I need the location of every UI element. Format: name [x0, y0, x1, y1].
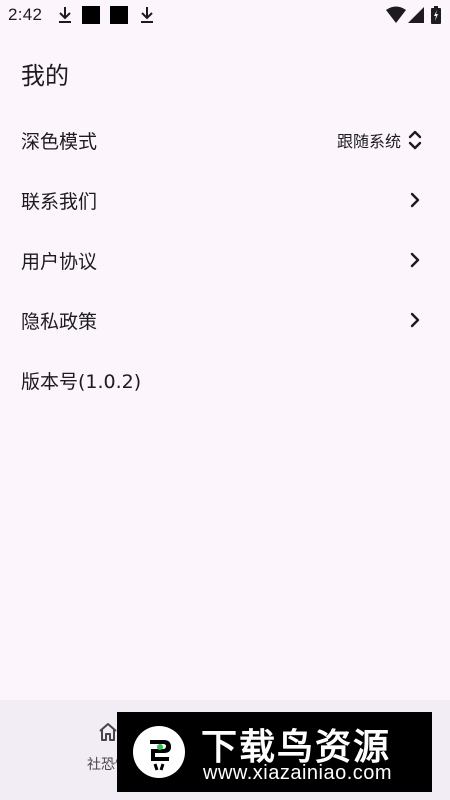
- notification-square-icon: [82, 6, 100, 24]
- watermark-url: www.xiazainiao.com: [203, 762, 393, 784]
- status-time: 2:42: [8, 5, 43, 24]
- chevron-right-icon: [407, 189, 423, 211]
- watermark-banner: 下载鸟资源 www.xiazainiao.com: [117, 712, 432, 792]
- setting-label: 深色模式: [21, 130, 98, 153]
- bird-logo-icon: [131, 724, 187, 780]
- download-icon: [139, 6, 155, 28]
- setting-row-user-agreement[interactable]: 用户协议: [0, 230, 450, 290]
- settings-list: 深色模式 跟随系统 联系我们 用户协议 隐私政策 版本号(1.0.2): [0, 110, 450, 410]
- setting-row-privacy-policy[interactable]: 隐私政策: [0, 290, 450, 350]
- status-bar: 2:42: [0, 0, 450, 30]
- home-icon: [97, 722, 119, 746]
- setting-label: 联系我们: [21, 190, 98, 213]
- page-title: 我的: [21, 62, 69, 90]
- download-icon: [57, 6, 73, 28]
- notification-square-icon: [110, 6, 128, 24]
- setting-label: 用户协议: [21, 250, 98, 273]
- chevron-right-icon: [407, 309, 423, 331]
- battery-icon: [431, 6, 441, 28]
- chevron-right-icon: [407, 249, 423, 271]
- setting-row-dark-mode[interactable]: 深色模式 跟随系统: [0, 110, 450, 170]
- chevron-up-down-icon[interactable]: [407, 129, 423, 151]
- version-label: 版本号(1.0.2): [21, 370, 142, 393]
- dark-mode-value[interactable]: 跟随系统: [337, 128, 401, 152]
- setting-row-contact-us[interactable]: 联系我们: [0, 170, 450, 230]
- setting-row-version: 版本号(1.0.2): [0, 350, 450, 410]
- wifi-icon: [386, 6, 406, 28]
- signal-icon: [407, 6, 425, 28]
- setting-label: 隐私政策: [21, 310, 98, 333]
